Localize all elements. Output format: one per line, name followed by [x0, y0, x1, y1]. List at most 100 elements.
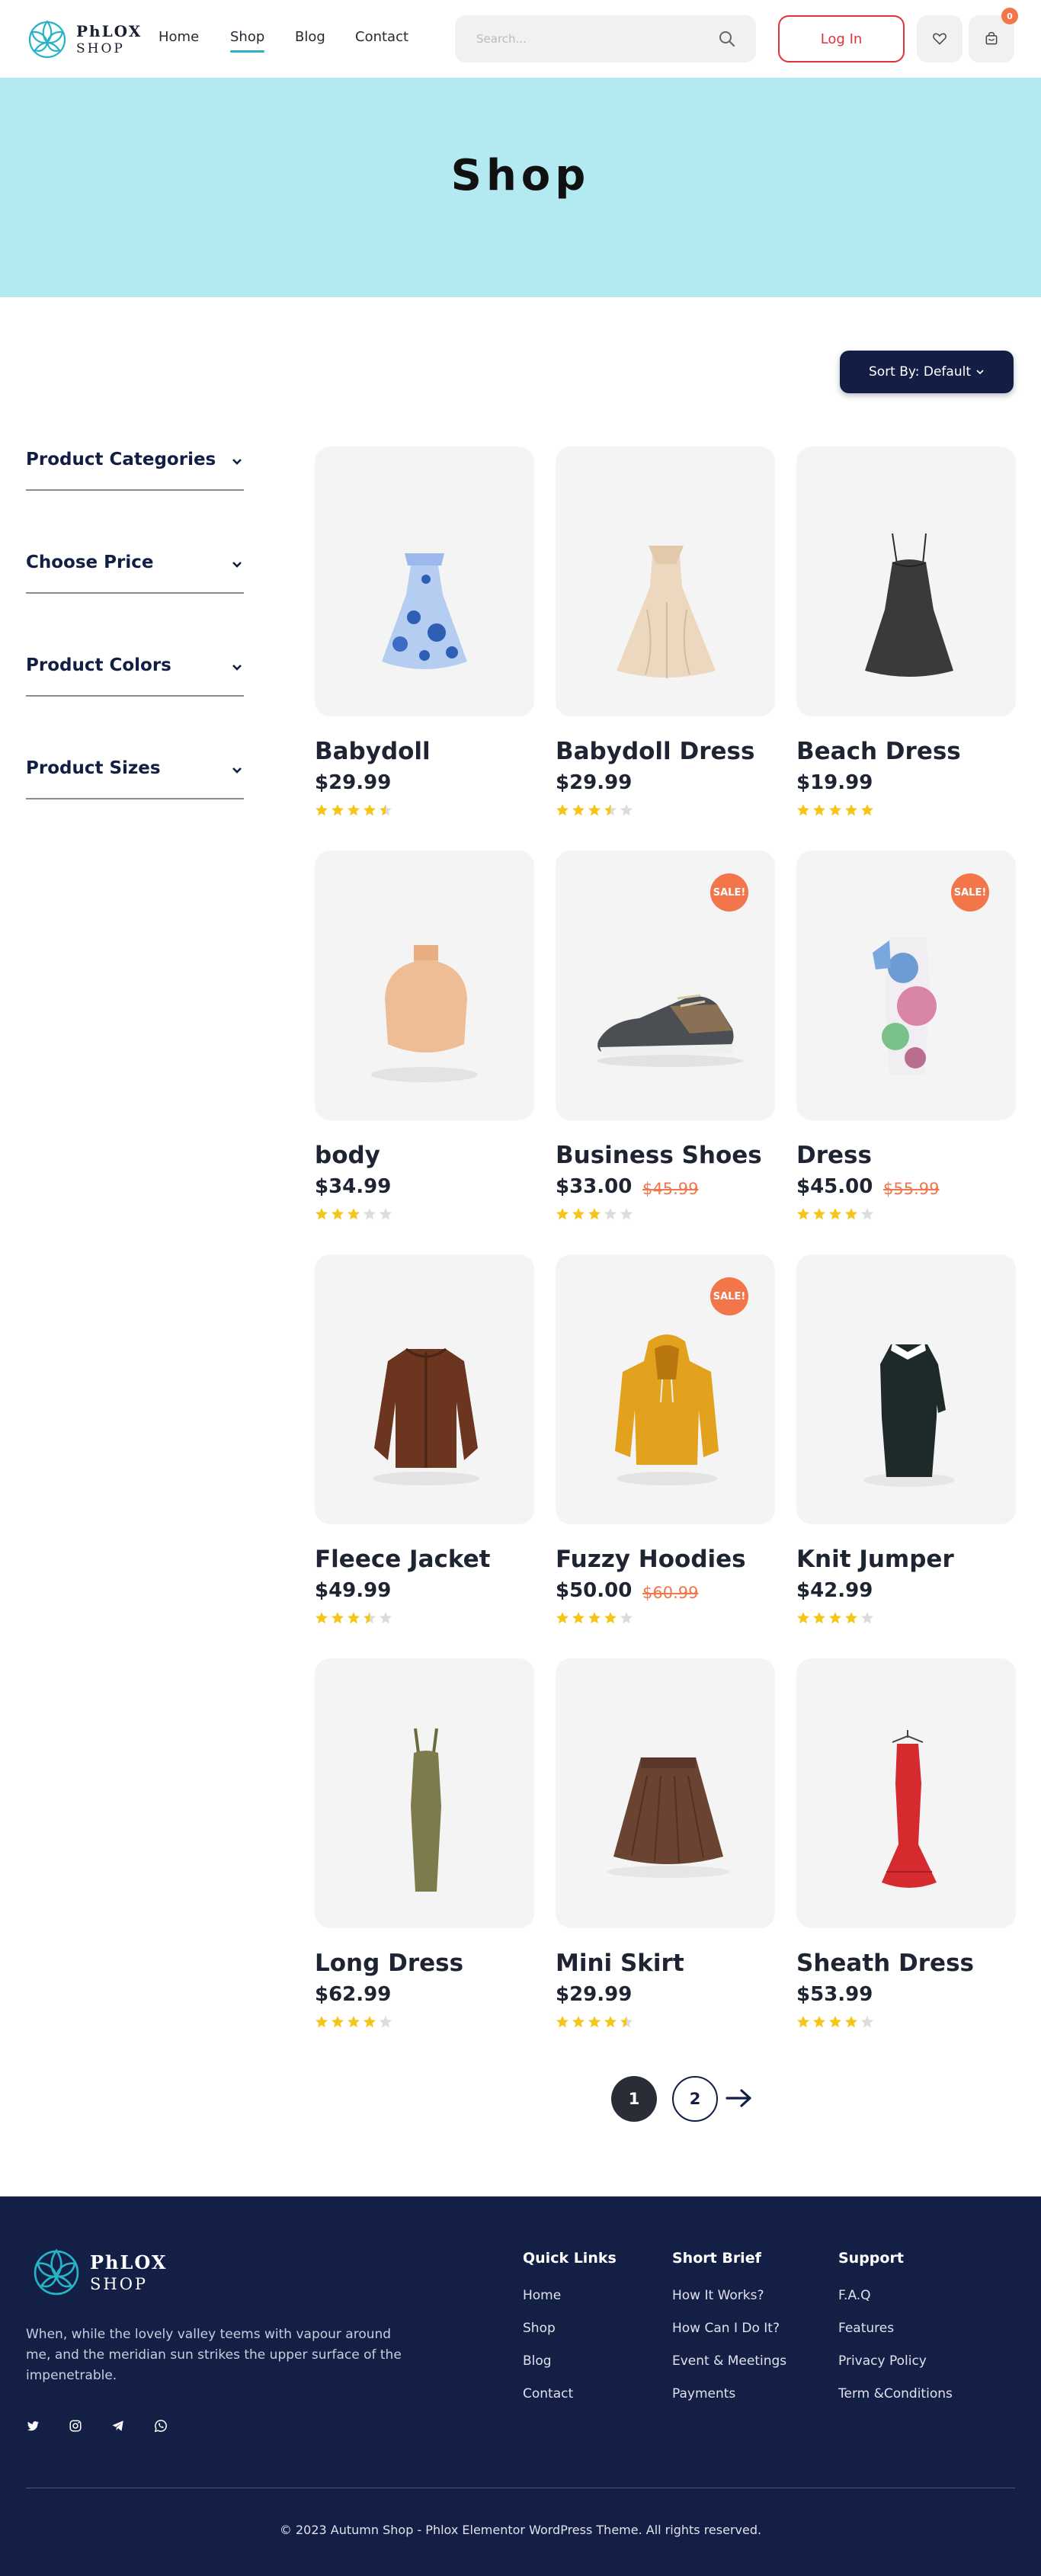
footer-link-how-can-i[interactable]: How Can I Do It? — [672, 2321, 786, 2336]
search-icon[interactable] — [718, 30, 736, 48]
product-price: $45.00 — [796, 1175, 873, 1198]
page-1-button[interactable]: 1 — [611, 2076, 657, 2122]
product-image[interactable]: SALE! — [556, 1254, 775, 1524]
instagram-icon[interactable] — [69, 2419, 82, 2433]
search-input[interactable] — [476, 15, 705, 62]
footer-link-events[interactable]: Event & Meetings — [672, 2353, 786, 2369]
product-name[interactable]: Dress — [796, 1142, 872, 1169]
nav-home[interactable]: Home — [159, 29, 199, 45]
product-name[interactable]: Long Dress — [315, 1950, 463, 1977]
arrow-right-icon[interactable] — [725, 2087, 753, 2110]
telegram-icon[interactable] — [111, 2419, 125, 2433]
product-price: $53.99 — [796, 1983, 873, 2006]
product-image[interactable] — [796, 447, 1016, 716]
footer-logo[interactable]: PhLOX SHOP — [30, 2247, 167, 2299]
footer-link-faq[interactable]: F.A.Q — [838, 2288, 953, 2303]
footer-col-short-brief: Short Brief How It Works? How Can I Do I… — [672, 2250, 786, 2419]
product-old-price: $55.99 — [883, 1180, 940, 1198]
product-name[interactable]: Business Shoes — [556, 1142, 762, 1169]
product-image[interactable] — [315, 447, 534, 716]
star-rating — [796, 2015, 876, 2029]
footer-brand-subname: SHOP — [90, 2274, 149, 2293]
footer-link-contact[interactable]: Contact — [523, 2386, 617, 2401]
filter-title: Product Colors — [26, 655, 171, 675]
product-image[interactable] — [315, 851, 534, 1120]
product-image[interactable] — [315, 1658, 534, 1928]
footer-link-payments[interactable]: Payments — [672, 2386, 786, 2401]
sale-badge: SALE! — [710, 1277, 748, 1315]
page-hero: Shop — [0, 78, 1041, 297]
product-photo — [373, 1347, 479, 1485]
sort-label: Sort By: Default — [869, 364, 971, 380]
footer-col-quick-links: Quick Links Home Shop Blog Contact — [523, 2250, 617, 2419]
product-image[interactable] — [796, 1658, 1016, 1928]
footer-link-terms[interactable]: Term &Conditions — [838, 2386, 953, 2401]
cart-icon — [985, 31, 998, 45]
filter-product-sizes[interactable]: Product Sizes — [26, 757, 244, 799]
filter-title: Product Categories — [26, 450, 216, 469]
product-image[interactable]: SALE! — [796, 851, 1016, 1120]
lotus-logo-icon — [28, 20, 66, 59]
filter-product-categories[interactable]: Product Categories — [26, 448, 244, 491]
nav-blog[interactable]: Blog — [295, 29, 325, 45]
nav-contact[interactable]: Contact — [355, 29, 408, 45]
wishlist-button[interactable] — [917, 15, 963, 62]
sale-badge: SALE! — [710, 873, 748, 912]
cart-count-badge: 0 — [1001, 8, 1018, 24]
product-image[interactable]: SALE! — [556, 851, 775, 1120]
product-name[interactable]: Knit Jumper — [796, 1546, 954, 1573]
product-price: $33.00 — [556, 1175, 633, 1198]
chevron-down-icon — [232, 459, 242, 465]
product-image[interactable] — [556, 447, 775, 716]
product-image[interactable] — [556, 1658, 775, 1928]
star-rating — [556, 2015, 636, 2029]
page-2-button[interactable]: 2 — [672, 2076, 718, 2122]
product-name[interactable]: Fleece Jacket — [315, 1546, 491, 1573]
product-photo — [411, 1728, 441, 1892]
nav-shop[interactable]: Shop — [230, 29, 265, 53]
star-rating — [556, 1207, 636, 1221]
product-price: $29.99 — [556, 771, 633, 794]
product-photo — [863, 1343, 955, 1487]
search-box — [455, 15, 756, 62]
twitter-icon[interactable] — [26, 2419, 40, 2433]
product-old-price: $45.99 — [642, 1180, 699, 1198]
product-photo — [607, 1757, 729, 1878]
product-price: $19.99 — [796, 771, 873, 794]
product-image[interactable] — [796, 1254, 1016, 1524]
login-button[interactable]: Log In — [778, 15, 905, 62]
footer-col-title: Quick Links — [523, 2250, 617, 2267]
footer-link-privacy[interactable]: Privacy Policy — [838, 2353, 953, 2369]
footer-link-shop[interactable]: Shop — [523, 2321, 617, 2336]
star-rating — [796, 803, 876, 817]
product-price: $62.99 — [315, 1983, 392, 2006]
footer-link-home[interactable]: Home — [523, 2288, 617, 2303]
product-name[interactable]: Beach Dress — [796, 738, 961, 765]
product-name[interactable]: Babydoll Dress — [556, 738, 754, 765]
product-old-price: $60.99 — [642, 1584, 699, 1602]
product-price: $49.99 — [315, 1579, 392, 1602]
product-name[interactable]: body — [315, 1142, 380, 1169]
filter-choose-price[interactable]: Choose Price — [26, 551, 244, 594]
product-image[interactable] — [315, 1254, 534, 1524]
product-name[interactable]: Mini Skirt — [556, 1950, 684, 1977]
whatsapp-icon[interactable] — [154, 2419, 168, 2433]
footer-brand-name: PhLOX — [90, 2251, 168, 2273]
footer-col-support: Support F.A.Q Features Privacy Policy Te… — [838, 2250, 953, 2419]
product-name[interactable]: Fuzzy Hoodies — [556, 1546, 746, 1573]
footer-link-blog[interactable]: Blog — [523, 2353, 617, 2369]
filter-title: Choose Price — [26, 553, 154, 572]
product-price: $50.00 — [556, 1579, 633, 1602]
filter-product-colors[interactable]: Product Colors — [26, 654, 244, 697]
footer-link-features[interactable]: Features — [838, 2321, 953, 2336]
product-name[interactable]: Babydoll — [315, 738, 431, 765]
product-photo — [371, 945, 478, 1082]
copyright-text: © 2023 Autumn Shop - Phlox Elementor Wor… — [279, 2523, 762, 2537]
site-header: PhLOX SHOP Home Shop Blog Contact Log In… — [0, 0, 1041, 78]
filter-title: Product Sizes — [26, 758, 161, 778]
sort-dropdown[interactable]: Sort By: Default — [840, 351, 1014, 393]
footer-link-how-it-works[interactable]: How It Works? — [672, 2288, 786, 2303]
product-name[interactable]: Sheath Dress — [796, 1950, 974, 1977]
brand-logo[interactable]: PhLOX SHOP — [26, 18, 142, 61]
star-rating — [796, 1207, 876, 1221]
